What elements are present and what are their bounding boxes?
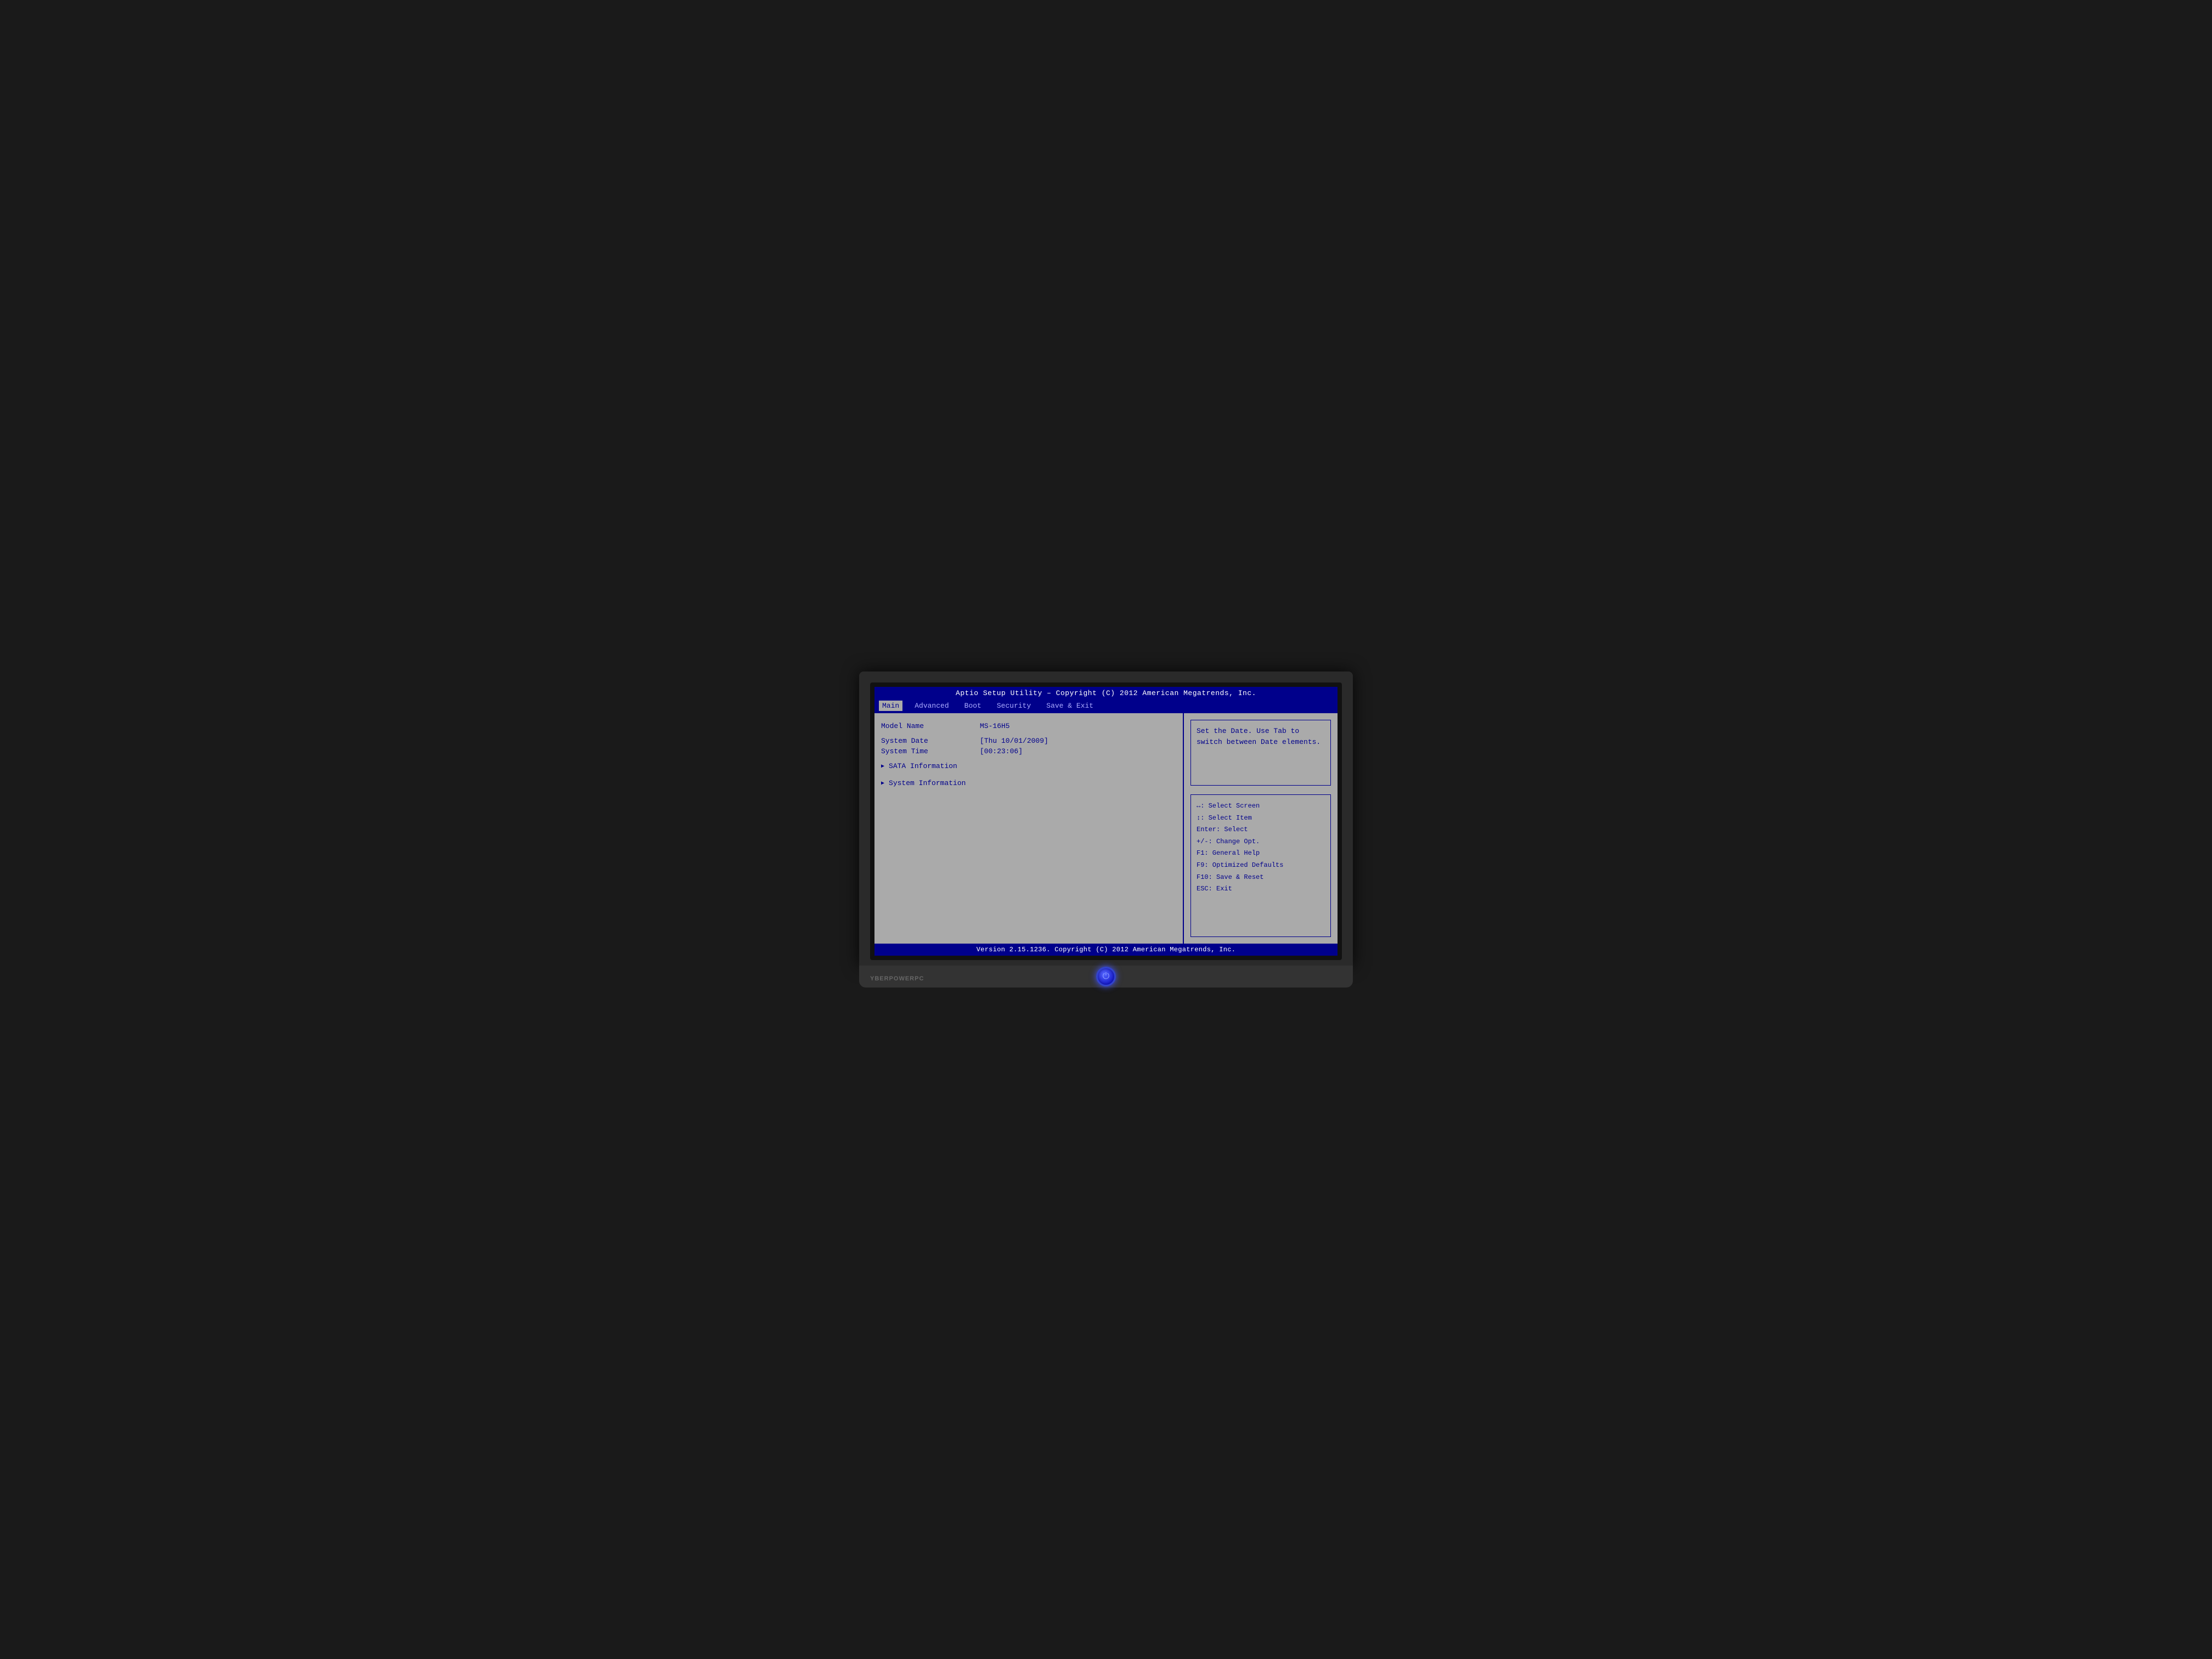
system-information-label: System Information [889, 779, 966, 787]
sata-information-item[interactable]: ▶ SATA Information [881, 762, 1176, 770]
system-time-value[interactable]: [00:23:06] [980, 747, 1048, 755]
bios-help-text: Set the Date. Use Tab to switch between … [1197, 726, 1325, 747]
screen-bezel: Aptio Setup Utility – Copyright (C) 2012… [870, 682, 1342, 960]
bios-keys-text: ↔: Select Screen ↕: Select Item Enter: S… [1197, 800, 1325, 895]
bios-content-area: Model Name MS-16H5 System Date System Ti… [874, 713, 1338, 944]
key-select-item: ↕: Select Item [1197, 812, 1325, 825]
system-date-row: System Date System Time [Thu 10/01/2009]… [881, 737, 1176, 755]
bios-title: Aptio Setup Utility – Copyright (C) 2012… [956, 689, 1256, 697]
nav-security[interactable]: Security [994, 701, 1034, 711]
nav-save-exit[interactable]: Save & Exit [1043, 701, 1097, 711]
bios-header: Aptio Setup Utility – Copyright (C) 2012… [874, 687, 1338, 699]
key-change-opt: +/-: Change Opt. [1197, 836, 1325, 848]
nav-advanced[interactable]: Advanced [911, 701, 952, 711]
laptop-base: YBERPOWERPC [859, 966, 1353, 988]
bios-keys-box: ↔: Select Screen ↕: Select Item Enter: S… [1190, 794, 1331, 937]
bios-screen: Aptio Setup Utility – Copyright (C) 2012… [874, 687, 1338, 956]
system-info-arrow-icon: ▶ [881, 780, 884, 787]
key-f10: F10: Save & Reset [1197, 872, 1325, 884]
laptop-body: Aptio Setup Utility – Copyright (C) 2012… [859, 672, 1353, 966]
sata-arrow-icon: ▶ [881, 763, 884, 770]
bios-nav: Main Advanced Boot Security Save & Exit [874, 699, 1338, 713]
brand-label: YBERPOWERPC [870, 975, 924, 982]
system-datetime-values: [Thu 10/01/2009] [00:23:06] [980, 737, 1048, 755]
system-date-label: System Date System Time [881, 737, 980, 755]
system-date-value[interactable]: [Thu 10/01/2009] [980, 737, 1048, 745]
model-name-value: MS-16H5 [980, 722, 1010, 730]
nav-boot[interactable]: Boot [961, 701, 985, 711]
key-esc: ESC: Exit [1197, 883, 1325, 895]
power-button[interactable] [1096, 967, 1116, 986]
sata-information-label: SATA Information [889, 762, 957, 770]
key-select-screen: ↔: Select Screen [1197, 800, 1325, 812]
key-f1: F1: General Help [1197, 848, 1325, 860]
key-enter: Enter: Select [1197, 824, 1325, 836]
system-information-item[interactable]: ▶ System Information [881, 779, 1176, 787]
bios-help-box: Set the Date. Use Tab to switch between … [1190, 720, 1331, 786]
bios-right-panel: Set the Date. Use Tab to switch between … [1184, 713, 1338, 944]
key-f9: F9: Optimized Defaults [1197, 860, 1325, 872]
bios-footer: Version 2.15.1236. Copyright (C) 2012 Am… [874, 944, 1338, 956]
model-name-label: Model Name [881, 722, 980, 730]
model-name-row: Model Name MS-16H5 [881, 722, 1176, 730]
bios-footer-text: Version 2.15.1236. Copyright (C) 2012 Am… [977, 946, 1236, 953]
nav-main[interactable]: Main [879, 701, 902, 711]
bios-main-panel: Model Name MS-16H5 System Date System Ti… [874, 713, 1184, 944]
